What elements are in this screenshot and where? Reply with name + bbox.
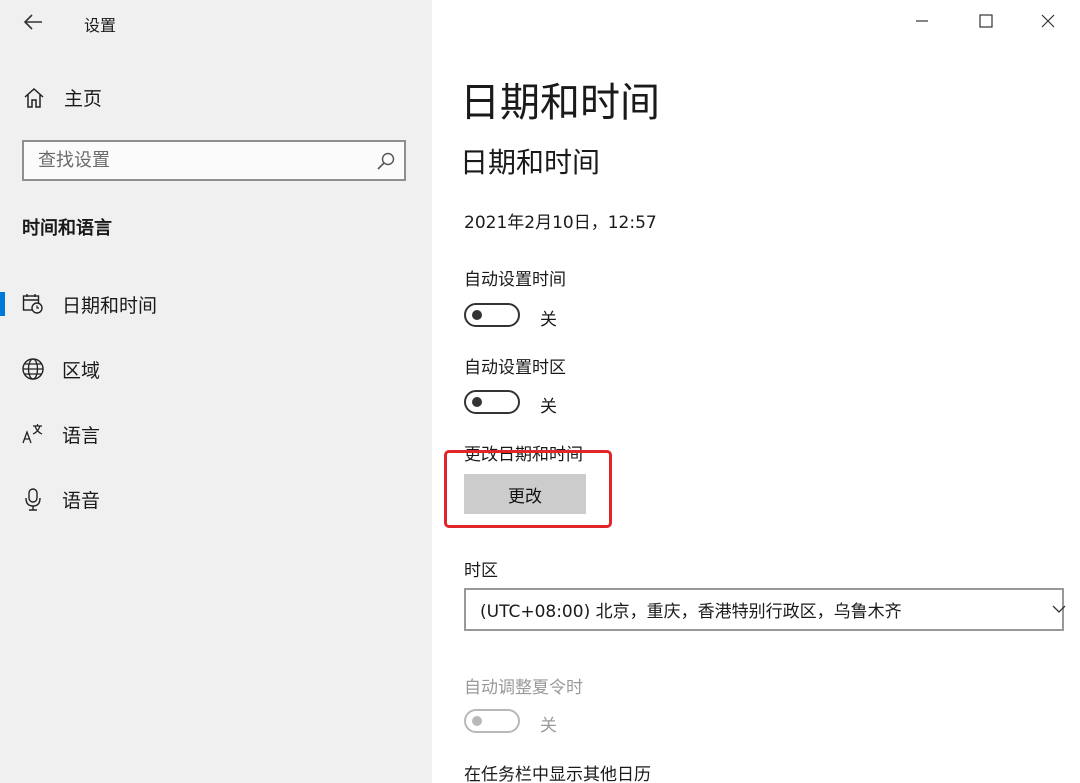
page-title: 日期和时间 xyxy=(460,80,660,126)
change-datetime-label: 更改日期和时间 xyxy=(464,445,583,465)
auto-timezone-label: 自动设置时区 xyxy=(464,358,566,378)
auto-timezone-toggle[interactable] xyxy=(464,390,520,414)
auto-timezone-state: 关 xyxy=(540,397,557,417)
back-arrow-icon xyxy=(23,14,42,30)
taskbar-calendar-label: 在任务栏中显示其他日历 xyxy=(464,765,651,783)
sidebar-section-title: 时间和语言 xyxy=(22,218,112,239)
search-input[interactable] xyxy=(24,142,368,179)
app-title: 设置 xyxy=(84,16,117,35)
sidebar-item-region[interactable]: 区域 xyxy=(0,344,432,394)
sidebar-item-label: 语音 xyxy=(62,489,101,512)
sidebar-item-language[interactable]: 语言 xyxy=(0,409,432,459)
home-nav-item[interactable]: 主页 xyxy=(22,84,102,111)
minimize-icon xyxy=(916,20,928,22)
timezone-value: (UTC+08:00) 北京，重庆，香港特别行政区，乌鲁木齐 xyxy=(480,602,902,622)
toggle-knob xyxy=(472,310,482,320)
dst-toggle[interactable] xyxy=(464,709,520,733)
auto-time-label: 自动设置时间 xyxy=(464,270,566,290)
dst-state: 关 xyxy=(540,716,557,736)
home-icon xyxy=(24,87,44,108)
close-icon xyxy=(1041,14,1055,28)
sidebar-item-label: 语言 xyxy=(62,424,101,447)
globe-icon xyxy=(20,356,46,382)
timezone-select[interactable]: (UTC+08:00) 北京，重庆，香港特别行政区，乌鲁木齐 xyxy=(464,588,1066,631)
change-datetime-button[interactable]: 更改 xyxy=(464,474,586,514)
main-content: 日期和时间 日期和时间 2021年2月10日，12:57 自动设置时间 关 自动… xyxy=(432,0,1080,783)
toggle-knob xyxy=(472,397,482,407)
language-icon xyxy=(20,421,46,447)
auto-time-toggle[interactable] xyxy=(464,303,520,327)
sidebar: 设置 主页 时间和语言 日期和时间 xyxy=(0,0,432,783)
calendar-clock-icon xyxy=(20,291,46,317)
back-button[interactable] xyxy=(18,8,48,36)
minimize-button[interactable] xyxy=(902,6,942,36)
microphone-icon xyxy=(20,486,46,512)
sidebar-item-label: 日期和时间 xyxy=(62,294,158,317)
maximize-button[interactable] xyxy=(966,6,1006,36)
maximize-icon xyxy=(979,14,993,28)
active-indicator xyxy=(0,292,5,316)
sidebar-item-date-time[interactable]: 日期和时间 xyxy=(0,279,432,329)
sidebar-item-label: 区域 xyxy=(62,359,101,382)
timezone-label: 时区 xyxy=(464,561,498,581)
home-label: 主页 xyxy=(64,88,103,110)
dst-label: 自动调整夏令时 xyxy=(464,678,583,698)
toggle-knob xyxy=(472,716,482,726)
chevron-down-icon xyxy=(1052,605,1066,613)
sidebar-item-speech[interactable]: 语音 xyxy=(0,474,432,524)
search-icon[interactable] xyxy=(376,151,396,171)
close-button[interactable] xyxy=(1028,6,1068,36)
current-datetime: 2021年2月10日，12:57 xyxy=(464,213,657,233)
search-box xyxy=(22,140,406,181)
section-title: 日期和时间 xyxy=(460,146,601,179)
auto-time-state: 关 xyxy=(540,310,557,330)
